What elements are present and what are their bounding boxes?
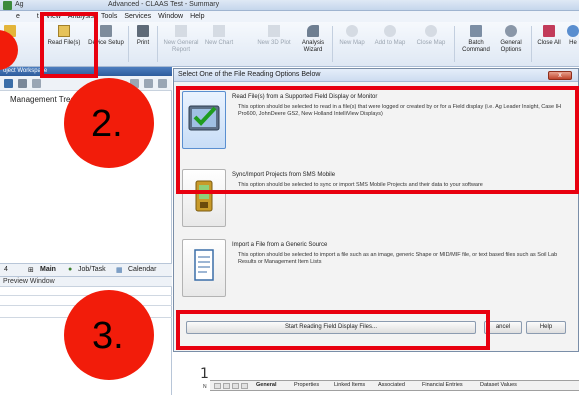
- close-map-icon: [425, 25, 437, 37]
- tree-filter-icon[interactable]: [4, 79, 13, 88]
- next-tab-icon[interactable]: [232, 383, 239, 389]
- row-letter: N: [203, 384, 207, 390]
- first-tab-icon[interactable]: [214, 383, 221, 389]
- tab-job-task[interactable]: Job/Task: [78, 266, 106, 273]
- tab-4[interactable]: 4: [4, 266, 8, 273]
- new-3d-plot-icon: [268, 25, 280, 37]
- option-import-generic[interactable]: Import a File from a Generic Source This…: [182, 239, 570, 299]
- general-options-icon: [505, 25, 517, 37]
- add-to-map-button[interactable]: Add to Map: [372, 25, 408, 63]
- dialog-close-button[interactable]: x: [548, 71, 572, 80]
- new-map-icon: [346, 25, 358, 37]
- ribbon-separator: [454, 26, 455, 62]
- tab-dataset-values[interactable]: Dataset Values: [480, 382, 517, 388]
- tab-general[interactable]: General: [256, 382, 276, 388]
- tab-main[interactable]: Main: [40, 266, 56, 273]
- new-general-report-button[interactable]: New General Report: [162, 25, 200, 63]
- dialog-title: Select One of the File Reading Options B…: [178, 71, 321, 78]
- management-tree-title: Management Tree: [10, 95, 75, 104]
- ribbon-separator: [531, 26, 532, 62]
- tab-linked-items[interactable]: Linked Items: [334, 382, 365, 388]
- batch-command-icon: [470, 25, 482, 37]
- option1-highlight-box: [176, 86, 579, 194]
- tree-refresh-icon[interactable]: [18, 79, 27, 88]
- menu-item-help[interactable]: Help: [190, 13, 204, 20]
- close-all-icon: [543, 25, 555, 37]
- dialog-title-bar: Select One of the File Reading Options B…: [174, 69, 578, 82]
- help-icon: [567, 25, 579, 37]
- close-all-button[interactable]: Close All: [535, 25, 563, 63]
- analysis-wizard-icon: [307, 25, 319, 37]
- tab-main-icon: ⊞: [28, 267, 34, 274]
- row-number: 1: [200, 366, 209, 382]
- menu-item-t[interactable]: t: [37, 13, 39, 20]
- import-generic-button[interactable]: [182, 239, 226, 297]
- help-button[interactable]: He: [567, 25, 579, 63]
- ribbon-separator: [157, 26, 158, 62]
- analysis-wizard-button[interactable]: Analysis Wizard: [299, 25, 327, 63]
- title-bar: Ag Advanced - CLAAS Test - Summary: [0, 0, 579, 11]
- step3-label: 3.: [92, 315, 124, 357]
- menu-item-window[interactable]: Window: [158, 13, 183, 20]
- new-map-button[interactable]: New Map: [336, 25, 368, 63]
- tree-collapse-icon[interactable]: [144, 79, 153, 88]
- option-description: This option should be selected to import…: [238, 252, 558, 265]
- step2-label: 2.: [91, 103, 123, 145]
- calendar-icon: ▦: [116, 267, 123, 274]
- menu-item-tools[interactable]: Tools: [101, 13, 117, 20]
- tree-options-icon[interactable]: [32, 79, 41, 88]
- tab-calendar[interactable]: Calendar: [128, 266, 156, 273]
- menu-item-services[interactable]: Services: [124, 13, 151, 20]
- step2-highlight-box: [40, 12, 98, 78]
- option-title: Import a File from a Generic Source: [232, 242, 328, 248]
- tab-properties[interactable]: Properties: [294, 382, 319, 388]
- general-options-button[interactable]: General Options: [496, 25, 526, 63]
- tab-associated[interactable]: Associated: [378, 382, 405, 388]
- print-icon: [137, 25, 149, 37]
- new-3d-plot-button[interactable]: New 3D Plot: [256, 25, 292, 63]
- job-task-icon: ●: [68, 266, 73, 273]
- workspace-tab-bar: 4 ⊞ Main ● Job/Task ▦ Calendar: [0, 263, 172, 277]
- add-to-map-icon: [384, 25, 396, 37]
- property-tab-bar: General Properties Linked Items Associat…: [210, 380, 579, 391]
- print-button[interactable]: Print: [132, 25, 154, 63]
- device-setup-icon: [100, 25, 112, 37]
- window-title: Ag: [15, 1, 24, 8]
- tree-search-icon[interactable]: [158, 79, 167, 88]
- prev-tab-icon[interactable]: [223, 383, 230, 389]
- new-report-icon: [175, 25, 187, 37]
- document-icon: [194, 249, 214, 281]
- preview-window-header: Preview Window: [0, 277, 172, 287]
- batch-command-button[interactable]: Batch Command: [460, 25, 492, 63]
- tab-financial-entries[interactable]: Financial Entries: [422, 382, 463, 388]
- window-title-suffix: Advanced - CLAAS Test - Summary: [108, 1, 220, 8]
- ribbon-separator: [332, 26, 333, 62]
- close-map-button[interactable]: Close Map: [414, 25, 448, 63]
- app-icon: [3, 1, 12, 10]
- menu-item-e[interactable]: e: [16, 13, 20, 20]
- ribbon-separator: [128, 26, 129, 62]
- last-tab-icon[interactable]: [241, 383, 248, 389]
- new-chart-icon: [213, 25, 225, 37]
- help-dialog-button[interactable]: Help: [526, 321, 566, 334]
- new-chart-button[interactable]: New Chart: [203, 25, 235, 63]
- start-button-highlight-box: [176, 310, 490, 350]
